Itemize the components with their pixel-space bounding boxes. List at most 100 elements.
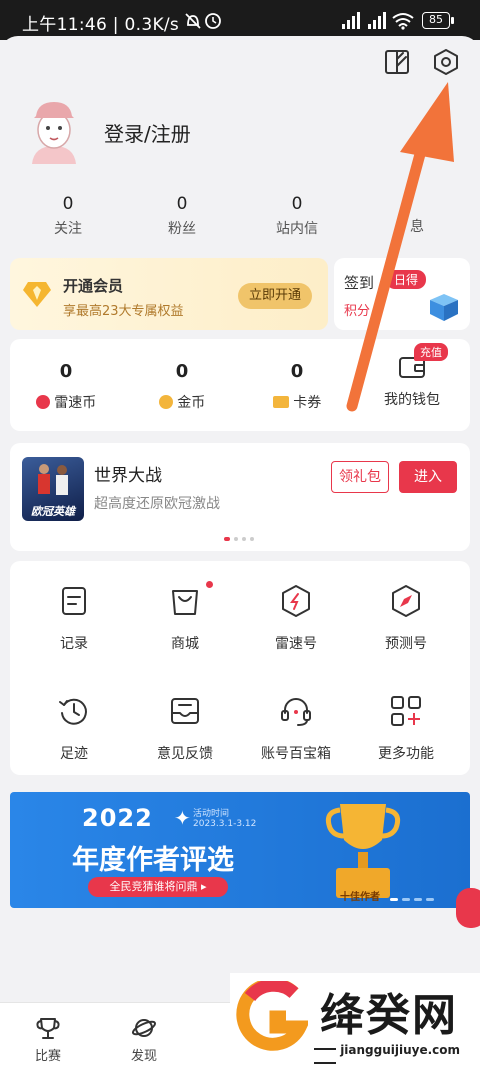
wallet-label: 卡券 — [293, 395, 322, 411]
game-title: 世界大战 — [94, 466, 162, 486]
feature-shop[interactable]: 商城 — [135, 583, 235, 653]
wallet-label: 雷速币 — [54, 395, 97, 411]
watermark-url-text: jiangguijiuye.com — [340, 1043, 461, 1057]
wallet-gold-coin[interactable]: 0 金币 — [132, 361, 232, 412]
claim-gift-button[interactable]: 领礼包 — [331, 461, 389, 493]
shop-bag-icon — [172, 590, 198, 615]
status-time: 上午11:46 | 0.3K/s — [22, 15, 180, 35]
history-clock-icon — [59, 698, 87, 725]
carousel-dot-active — [224, 537, 230, 541]
stat-value: 0 — [176, 194, 188, 214]
feature-prediction[interactable]: 预测号 — [356, 583, 456, 653]
watermark-panel: 绛癸网 jiangguijiuye.com — [230, 973, 480, 1067]
nav-label: 发现 — [130, 1049, 157, 1064]
feature-label: 足迹 — [60, 746, 88, 762]
vip-title: 开通会员 — [63, 277, 124, 295]
features-grid: 记录 商城 雷速号 预测号 足迹 意见反馈 账号百宝箱 更多功能 — [10, 561, 470, 775]
battery-tip — [451, 17, 454, 24]
author-award-banner[interactable]: 2022 ✦ 活动时间 2023.3.1-3.12 年度作者评选 全民竞猜谁将问… — [10, 792, 470, 908]
stat-fans[interactable]: 0 粉丝 — [132, 194, 232, 238]
nav-discover[interactable]: 发现 — [116, 1015, 172, 1064]
headset-icon — [281, 698, 311, 726]
gold-coin-icon — [158, 395, 173, 409]
feature-label: 商城 — [171, 636, 199, 652]
carousel-dot — [242, 537, 246, 541]
feedback-tray-icon — [171, 698, 199, 724]
enter-game-button[interactable]: 进入 — [399, 461, 457, 493]
floating-gift-button[interactable] — [456, 888, 480, 928]
game-thumb-text: 欧冠英雄 — [31, 505, 75, 518]
profile-page: 登录/注册 0 关注 0 粉丝 0 站内信 息 开通会员 享最高23大专属权益 … — [0, 36, 480, 1067]
banner-year: 2022 — [82, 804, 153, 832]
banner-dot — [426, 898, 434, 901]
feature-more[interactable]: 更多功能 — [356, 693, 456, 763]
shop-red-dot — [206, 581, 213, 588]
wallet-leisu-coin[interactable]: 0 雷速币 — [16, 361, 116, 412]
trophy-label: 十佳作者 — [340, 892, 380, 903]
feature-feedback[interactable]: 意见反馈 — [135, 693, 235, 763]
wifi-icon — [392, 13, 414, 30]
feature-label: 意见反馈 — [157, 746, 213, 762]
settings-hexagon-icon[interactable] — [432, 48, 460, 76]
watermark-logo — [236, 981, 308, 1051]
game-subtitle: 超高度还原欧冠激战 — [94, 496, 220, 512]
wallet-label: 金币 — [177, 395, 206, 411]
feature-label: 预测号 — [385, 636, 427, 652]
stat-label: 粉丝 — [168, 221, 196, 237]
mute-alarm-icon — [185, 13, 221, 29]
leisu-coin-icon — [35, 395, 50, 409]
banner-subtitle-button[interactable]: 全民竞猜谁将问鼎 ▸ — [88, 877, 228, 897]
avatar[interactable] — [22, 96, 86, 166]
login-register-link[interactable]: 登录/注册 — [104, 118, 191, 147]
feature-label: 雷速号 — [275, 636, 317, 652]
battery-indicator: 85 — [422, 12, 450, 29]
carousel-dot — [250, 537, 254, 541]
status-bar: 上午11:46 | 0.3K/s 85 — [0, 0, 480, 40]
lightning-hexagon-icon — [282, 585, 310, 617]
banner-period-label: 活动时间 — [193, 809, 230, 819]
compass-hexagon-icon — [392, 585, 420, 617]
footballers-image — [38, 464, 68, 495]
banner-dot — [402, 898, 410, 901]
trophy-icon — [36, 1018, 60, 1039]
banner-period-dates: 2023.3.1-3.12 — [193, 819, 257, 829]
feature-record[interactable]: 记录 — [24, 583, 124, 653]
banner-dot-active — [390, 898, 398, 901]
feature-label: 账号百宝箱 — [261, 746, 331, 762]
wallet-value: 0 — [59, 361, 73, 382]
vip-open-button[interactable]: 立即开通 — [238, 283, 312, 309]
vip-card[interactable]: 开通会员 享最高23大专属权益 立即开通 — [10, 258, 328, 330]
nav-label: 比赛 — [34, 1049, 61, 1064]
vip-subtitle: 享最高23大专属权益 — [63, 304, 184, 319]
watermark-url: jiangguijiuye.com — [314, 1043, 480, 1067]
theme-switch-icon[interactable] — [384, 49, 410, 75]
stat-label: 关注 — [54, 221, 82, 237]
sparkle-icon: ✦ — [174, 806, 191, 830]
banner-dot — [414, 898, 422, 901]
game-thumbnail[interactable]: 欧冠英雄 — [22, 457, 84, 521]
feature-label: 更多功能 — [378, 746, 434, 762]
nav-matches[interactable]: 比赛 — [20, 1015, 76, 1064]
watermark-dash — [314, 1062, 336, 1064]
feature-leisu-account[interactable]: 雷速号 — [246, 583, 346, 653]
stat-value: 0 — [62, 194, 74, 214]
record-icon — [62, 587, 86, 615]
feature-account-toolbox[interactable]: 账号百宝箱 — [246, 693, 346, 763]
stat-following[interactable]: 0 关注 — [18, 194, 118, 238]
watermark-dash — [314, 1048, 336, 1050]
screen: 上午11:46 | 0.3K/s 85 登录/注册 0 关注 0 粉丝 0 站内… — [0, 0, 480, 1067]
annotation-arrow — [346, 82, 454, 412]
game-card: 欧冠英雄 世界大战 超高度还原欧冠激战 领礼包 进入 — [10, 443, 470, 551]
feature-footprint[interactable]: 足迹 — [24, 693, 124, 763]
battery-level: 85 — [429, 13, 443, 26]
carousel-dot — [234, 537, 238, 541]
coupon-icon — [272, 396, 289, 408]
grid-plus-icon — [391, 696, 421, 726]
wallet-value: 0 — [175, 361, 189, 382]
watermark-title: 绛癸网 — [320, 990, 458, 1041]
diamond-icon — [23, 282, 51, 307]
signal-icon — [342, 12, 386, 29]
banner-title: 年度作者评选 — [72, 845, 234, 876]
planet-icon — [131, 1019, 157, 1037]
feature-label: 记录 — [60, 636, 88, 652]
